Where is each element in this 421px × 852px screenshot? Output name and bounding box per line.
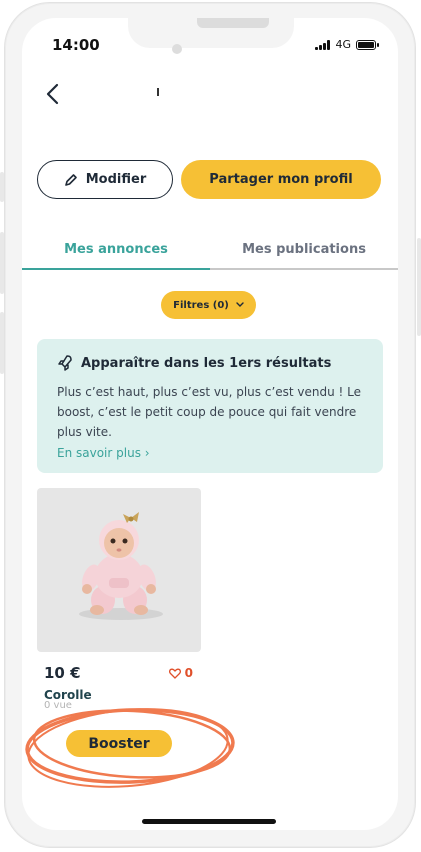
filters-dropdown[interactable]: Filtres (0) xyxy=(161,291,256,319)
tab-bar: Mes annonces Mes publications xyxy=(22,230,398,270)
promo-description: Plus c’est haut, plus c’est vu, plus c’e… xyxy=(57,385,362,439)
status-time: 14:00 xyxy=(52,36,100,54)
edit-profile-label: Modifier xyxy=(85,172,147,187)
volume-down-button xyxy=(0,312,4,374)
share-profile-button[interactable]: Partager mon profil xyxy=(181,160,381,199)
screen: 14:00 4G Modifier Partager mon profil Me… xyxy=(22,18,398,830)
rocket-icon xyxy=(58,355,72,371)
listing-views: 0 vue xyxy=(44,700,72,711)
learn-more-link[interactable]: En savoir plus › xyxy=(57,446,150,460)
listing-price: 10 € xyxy=(44,664,81,682)
listing-card[interactable]: 10 € 0 Corolle 0 vue xyxy=(37,488,201,711)
volume-up-button xyxy=(0,232,4,294)
signal-icon xyxy=(315,39,331,50)
profile-name-caret xyxy=(157,88,159,96)
pencil-icon xyxy=(64,173,77,186)
status-indicators: 4G xyxy=(315,38,379,51)
boost-promo-card: Apparaître dans les 1ers résultats Plus … xyxy=(37,339,383,473)
heart-icon xyxy=(168,668,181,679)
promo-title: Apparaître dans les 1ers résultats xyxy=(81,355,332,371)
side-button xyxy=(0,172,4,202)
profile-actions: Modifier Partager mon profil xyxy=(37,160,381,199)
home-indicator[interactable] xyxy=(142,819,276,824)
network-label: 4G xyxy=(335,38,351,51)
edit-profile-button[interactable]: Modifier xyxy=(37,160,173,199)
booster-button[interactable]: Booster xyxy=(66,730,172,757)
tab-my-listings[interactable]: Mes annonces xyxy=(22,230,210,270)
back-button[interactable] xyxy=(40,82,64,106)
filters-label: Filtres (0) xyxy=(173,299,229,311)
chevron-left-icon xyxy=(46,83,59,105)
likes-button[interactable]: 0 xyxy=(168,666,193,680)
likes-count: 0 xyxy=(184,666,193,680)
camera xyxy=(172,44,182,54)
chevron-down-icon xyxy=(236,302,244,307)
promo-header: Apparaître dans les 1ers résultats xyxy=(57,354,365,372)
power-button xyxy=(417,238,421,336)
listing-photo xyxy=(37,488,201,652)
price-row: 10 € 0 xyxy=(37,664,201,682)
speaker-grill xyxy=(197,18,269,28)
doll-image xyxy=(79,512,163,620)
tab-my-posts[interactable]: Mes publications xyxy=(210,230,398,268)
battery-icon xyxy=(356,39,379,50)
